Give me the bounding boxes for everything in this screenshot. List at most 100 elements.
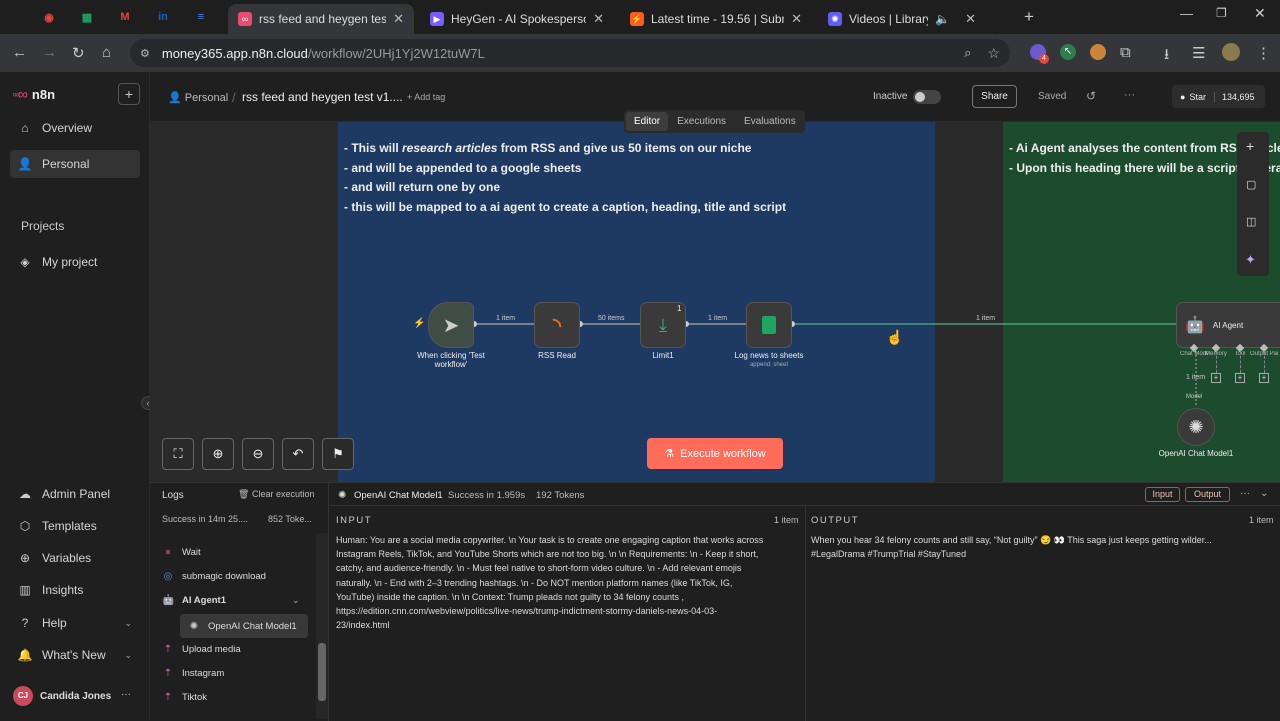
node-manual-trigger[interactable]: ➤ [428, 302, 474, 348]
extensions-puzzle-icon[interactable]: ⧉ [1120, 44, 1131, 61]
back-icon[interactable]: ← [12, 44, 27, 61]
add-sub-node-button[interactable]: + [1211, 373, 1221, 383]
cookie-extension-icon[interactable] [1090, 44, 1106, 60]
workflow-name[interactable]: rss feed and heygen test v1.... [242, 90, 403, 104]
sidebar-item-templates[interactable]: ⬡ Templates [10, 512, 140, 540]
log-item-ai-agent1[interactable]: 🤖 AI Agent1 ⌄ [162, 590, 300, 610]
linkedin-icon[interactable]: in [152, 7, 174, 27]
input-toggle-button[interactable]: Input [1145, 487, 1180, 502]
media-control-icon[interactable]: ☰ [1192, 44, 1205, 62]
github-star-button[interactable]: ● Star 134,695 [1172, 85, 1265, 108]
zoom-in-button[interactable]: ⊕ [202, 438, 234, 470]
log-item-openai-chat-model1[interactable]: ✺ OpenAI Chat Model1 [180, 614, 308, 638]
bookmark-icon[interactable]: ☆ [987, 45, 1000, 62]
tab-executions[interactable]: Executions [668, 112, 735, 131]
ai-assistant-icon[interactable]: ✦ [1245, 252, 1256, 268]
output-content: When you hear 34 felony counts and still… [811, 533, 1276, 561]
log-item-instagram[interactable]: ⇡ Instagram [162, 663, 224, 683]
node-google-sheets[interactable] [746, 302, 792, 348]
user-menu-icon[interactable]: ··· [121, 689, 131, 700]
input-heading: INPUT [336, 515, 372, 526]
share-button[interactable]: Share [972, 85, 1017, 108]
user-icon: 👤 [168, 92, 182, 104]
port-connector [1216, 351, 1217, 373]
workflow-canvas[interactable]: - This will research articles from RSS a… [150, 122, 1280, 482]
log-item-submagic-download[interactable]: ◎ submagic download [162, 566, 266, 586]
collapse-logs-icon[interactable]: ⌄ [1260, 488, 1268, 499]
sidebar-item-variables[interactable]: ⊕ Variables [10, 544, 140, 572]
tab-evaluations[interactable]: Evaluations [735, 112, 805, 131]
sidebar-item-overview[interactable]: ⌂ Overview [10, 114, 140, 142]
avatar[interactable]: CJ [13, 686, 33, 706]
fit-view-button[interactable]: ⛶ [162, 438, 194, 470]
sidebar-item-help[interactable]: ? Help ⌄ [10, 609, 140, 637]
sidebar-item-what-s-new[interactable]: 🔔 What's New ⌄ [10, 641, 140, 669]
add-sub-node-button[interactable]: + [1259, 373, 1269, 383]
sidebar-item-personal[interactable]: 👤 Personal [10, 150, 140, 178]
sticky-add-icon[interactable]: ▢ [1246, 178, 1256, 191]
log-item-wait[interactable]: ⏸ Wait [162, 542, 201, 562]
close-window-icon[interactable]: ✕ [1254, 5, 1266, 22]
active-toggle[interactable] [913, 90, 941, 104]
history-icon[interactable]: ↺ [1086, 89, 1096, 103]
input-line: 23/index.html [336, 620, 390, 631]
close-tab-icon[interactable]: ✕ [791, 11, 802, 27]
cursor-extension-icon[interactable]: ↖ [1060, 44, 1076, 60]
forward-icon[interactable]: → [42, 44, 57, 61]
url-field[interactable]: ⚙ money365.app.n8n.cloud/workflow/2UHj1Y… [130, 39, 1010, 67]
undo-button[interactable]: ↶ [282, 438, 314, 470]
chevron-down-icon[interactable]: ⌄ [292, 595, 300, 606]
scrollbar-thumb[interactable] [318, 643, 326, 701]
profile-avatar[interactable] [1222, 43, 1240, 61]
clear-execution-button[interactable]: 🗑 Clear execution [238, 489, 315, 500]
node-rss-read[interactable]: ◝ [534, 302, 580, 348]
sheets-icon[interactable]: ▦ [76, 7, 98, 27]
reload-icon[interactable]: ↻ [72, 44, 85, 62]
docs-icon[interactable]: ≡ [190, 7, 212, 27]
breadcrumb[interactable]: 👤 Personal [168, 91, 228, 104]
output-toggle-button[interactable]: Output [1185, 487, 1230, 502]
zoom-out-button[interactable]: ⊖ [242, 438, 274, 470]
tab-editor[interactable]: Editor [626, 112, 669, 131]
download-icon[interactable]: ⭳ [1164, 44, 1169, 69]
close-tab-icon[interactable]: ✕ [393, 11, 404, 27]
browser-tab[interactable]: ∞ rss feed and heygen test v1.0 ✕ [228, 4, 414, 34]
restore-icon[interactable]: ❐ [1216, 6, 1227, 20]
add-sub-node-button[interactable]: + [1235, 373, 1245, 383]
workflow-menu-icon[interactable]: ··· [1124, 89, 1135, 101]
panel-icon[interactable]: ◫ [1246, 215, 1256, 228]
address-bar-row: ← → ↻ ⌂ ⚙ money365.app.n8n.cloud/workflo… [0, 34, 1280, 72]
log-item-label: AI Agent1 [182, 594, 226, 606]
zoom-icon[interactable]: ⌕ [964, 45, 971, 61]
browser-tab[interactable]: ✺ Videos | Library | Loom 🔈 ✕ [818, 4, 986, 34]
audio-icon[interactable]: 🔈 [935, 12, 950, 26]
browser-tab[interactable]: ▶ HeyGen - AI Spokesperson Vid ✕ [420, 4, 614, 34]
logs-menu-icon[interactable]: ··· [1240, 488, 1250, 499]
n8n-logo[interactable]: ◦◦∞ n8n [12, 86, 55, 102]
home-icon[interactable]: ⌂ [102, 44, 111, 61]
minimize-icon[interactable]: — [1180, 6, 1193, 21]
sidebar-item-admin-panel[interactable]: ☁ Admin Panel [10, 480, 140, 508]
log-scrollbar[interactable] [316, 533, 328, 719]
record-icon[interactable]: ◉ [38, 7, 60, 27]
execute-workflow-button[interactable]: ⚗ Execute workflow [647, 438, 783, 469]
log-item-upload-media[interactable]: ⇡ Upload media [162, 639, 241, 659]
sidebar-item-insights[interactable]: ▥ Insights [10, 576, 140, 604]
log-item-tiktok[interactable]: ⇡ Tiktok [162, 687, 207, 707]
close-tab-icon[interactable]: ✕ [593, 11, 604, 27]
browser-tab[interactable]: ⚡ Latest time - 19.56 | Submagic ✕ [620, 4, 812, 34]
add-node-icon[interactable]: + [1246, 138, 1254, 154]
gmail-icon[interactable]: M [114, 7, 136, 27]
limit-icon: ⤓ [659, 314, 667, 335]
site-info-icon[interactable]: ⚙ [140, 47, 150, 60]
create-button[interactable]: + [118, 83, 140, 105]
tidy-up-button[interactable]: ⚑ [322, 438, 354, 470]
add-tag-link[interactable]: + Add tag [407, 92, 445, 102]
node-ai-agent[interactable]: 🤖 AI Agent [1176, 302, 1280, 348]
node-openai-chat-model[interactable]: ✺ [1177, 408, 1215, 446]
close-tab-icon[interactable]: ✕ [965, 11, 976, 27]
new-tab-icon[interactable]: + [1024, 7, 1034, 27]
browser-menu-icon[interactable]: ⋮ [1256, 44, 1271, 62]
sidebar-item-my-project[interactable]: ◈ My project [10, 248, 140, 276]
output-line: When you hear 34 felony counts and still… [811, 535, 1212, 545]
